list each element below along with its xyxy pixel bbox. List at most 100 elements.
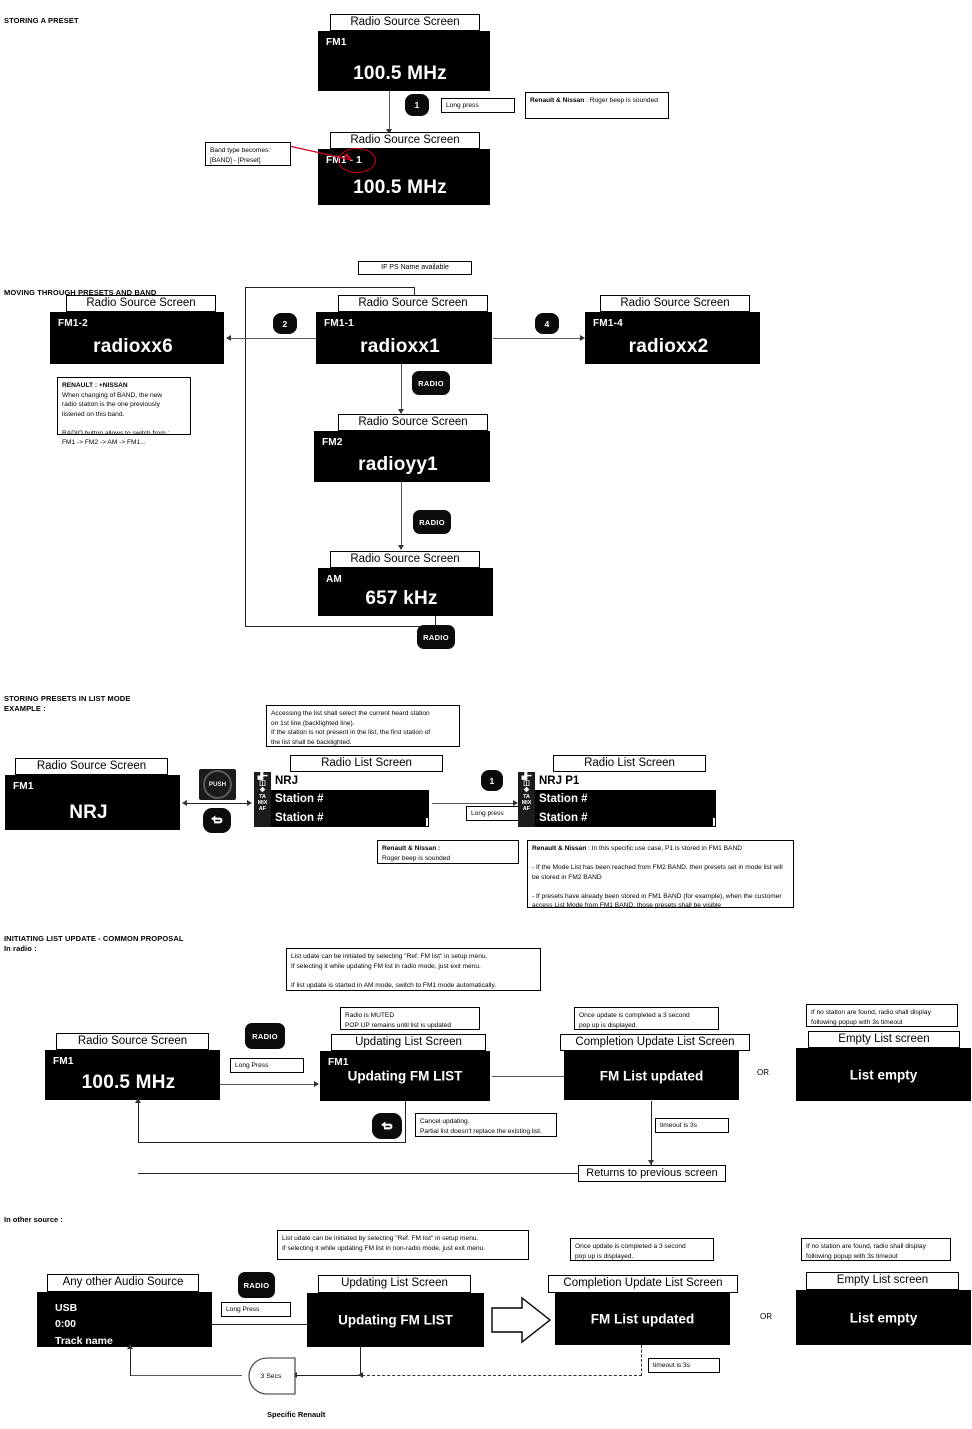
connector-line [405, 1101, 406, 1143]
delay-3-secs-label: 3 Secs [260, 1372, 282, 1380]
arrow-head [226, 335, 231, 341]
label-or-radio: OR [757, 1068, 769, 1077]
track-name: Track name [55, 1334, 113, 1347]
caption-radio-source-right: Radio Source Screen [600, 295, 750, 312]
note-renault-nissan-beep: Renault & Nissan : Roger beep is sounded [525, 92, 669, 119]
radio-list-screen-right: ▟━ ◫ ❖ TA MIX AF NRJ P1 Station # Statio… [518, 772, 716, 827]
status-icon-strip: ▟━ ◫ ❖ TA MIX AF [254, 772, 271, 827]
bluetooth-icon: ❖ [259, 787, 266, 794]
radio-display-fm1-4: FM1-4 radioxx2 [585, 312, 760, 364]
display-status-text: Updating FM LIST [338, 1312, 453, 1328]
section-title-storing-list-mode: STORING PRESETS IN LIST MODE EXAMPLE : [4, 694, 131, 714]
radio-display-fm2: FM2 radioyy1 [314, 431, 490, 482]
caption-radio-source-nrj: Radio Source Screen [15, 758, 168, 775]
battery-icon: ◫ [523, 780, 530, 787]
arrow-head [398, 545, 404, 550]
connector-line [245, 626, 436, 627]
section-title-other-source: In other source : [4, 1215, 63, 1224]
updating-list-display-other: Updating FM LIST [307, 1293, 484, 1347]
connector-line [130, 1347, 131, 1376]
bluetooth-icon: ❖ [523, 787, 530, 794]
af-indicator: AF [258, 806, 267, 813]
af-indicator: AF [522, 806, 531, 813]
caption-radio-list-right: Radio List Screen [553, 755, 706, 772]
track-time: 0:00 [55, 1318, 77, 1331]
list-item[interactable]: Station # [271, 808, 429, 827]
display-band-label: FM1-1 [324, 318, 354, 329]
display-band-label: AM [326, 574, 342, 585]
note-3s-popup-radio: Once update is completed a 3 second pop … [574, 1007, 719, 1030]
preset-key-4[interactable]: 4 [535, 313, 559, 334]
big-transition-arrow [491, 1296, 552, 1344]
radio-key-2[interactable]: RADIO [413, 510, 451, 534]
caption-radio-source-fm2: Radio Source Screen [338, 414, 488, 431]
label-long-press-4: Long Press [221, 1302, 291, 1317]
caption-radio-source-am: Radio Source Screen [330, 551, 480, 568]
radio-key-update[interactable]: RADIO [245, 1023, 285, 1049]
caption-completion-update-other: Completion Update List Screen [548, 1275, 738, 1293]
arrow-head [247, 800, 252, 806]
connector-line [389, 91, 390, 132]
caption-radio-list-left: Radio List Screen [290, 755, 443, 772]
list-item[interactable]: NRJ P1 [535, 772, 716, 791]
connector-line [296, 1375, 361, 1376]
connector-line [187, 803, 250, 804]
back-button-1[interactable] [203, 808, 231, 833]
display-band-label: FM2 [322, 437, 343, 448]
caption-updating-list: Updating List Screen [331, 1034, 486, 1051]
connector-line [138, 1101, 139, 1143]
section-title-storing-preset: STORING A PRESET [4, 16, 79, 25]
preset-key-1[interactable]: 1 [405, 94, 429, 116]
display-band-label: FM1-2 [58, 318, 88, 329]
note-no-station-radio: If no station are found, radio shall dis… [806, 1004, 958, 1027]
note-radio-muted: Radio is MUTED POP UP remains until list… [340, 1007, 480, 1030]
connector-line [401, 482, 402, 548]
display-status-text: List empty [849, 1310, 918, 1325]
radio-display-fm1-update-src: FM1 100.5 MHz [45, 1050, 220, 1100]
radio-display-fm1-2: FM1-2 radioxx6 [50, 312, 224, 364]
other-source-display: USB 0:00 Track name [37, 1292, 212, 1347]
caption-radio-source-left: Radio Source Screen [66, 295, 216, 312]
note-3s-popup-other: Once update is completed a 3 second pop … [570, 1238, 714, 1261]
label-timeout-3s-radio: timeout is 3s [655, 1118, 729, 1133]
list-item[interactable]: NRJ [271, 772, 429, 791]
list-rows: NRJ P1 Station # Station # [535, 772, 716, 827]
label-timeout-3s-other: timeout is 3s [648, 1358, 720, 1373]
note-list-update-setup: List udate can be initiated by selecting… [286, 948, 541, 991]
status-icon-strip: ▟━ ◫ ❖ TA MIX AF [518, 772, 535, 827]
completion-update-display-other: FM List updated [555, 1293, 730, 1345]
push-knob-button[interactable]: PUSH [199, 769, 236, 800]
display-station-name: radioyy1 [358, 454, 438, 475]
note-bold: Renault & Nissan [530, 97, 585, 104]
display-band-label: FM1 [328, 1057, 349, 1068]
note-rest: Roger beep is sounded [382, 854, 451, 862]
display-band-label: FM1-4 [593, 318, 623, 329]
note-band-type: Band type becomes: [BAND] - [Preset] [205, 142, 291, 166]
display-station-name: radioxx1 [360, 336, 440, 357]
source-label: USB [55, 1302, 78, 1314]
radio-key-other[interactable]: RADIO [238, 1272, 275, 1298]
preset-key-1-list[interactable]: 1 [481, 770, 503, 791]
list-item[interactable]: Station # [535, 790, 716, 809]
arrow-head [135, 1098, 141, 1103]
scrollbar[interactable] [426, 773, 428, 826]
completion-update-display: FM List updated [564, 1051, 739, 1100]
back-button-2[interactable] [372, 1113, 402, 1139]
radio-key-3[interactable]: RADIO [417, 625, 455, 649]
caption-completion-update: Completion Update List Screen [560, 1034, 750, 1051]
preset-key-2[interactable]: 2 [273, 313, 297, 334]
display-frequency: 100.5 MHz [81, 1072, 176, 1093]
list-item[interactable]: Station # [535, 808, 716, 827]
radio-key-1[interactable]: RADIO [412, 371, 450, 395]
note-cancel-updating: Cancel updating. Partial list doesn't re… [415, 1113, 557, 1137]
list-item[interactable]: Station # [271, 790, 429, 809]
display-band-label: FM1 [53, 1056, 74, 1067]
connector-dashed [362, 1375, 642, 1376]
battery-icon: ◫ [259, 780, 266, 787]
display-status-text: Updating FM LIST [347, 1068, 463, 1084]
connector-line [138, 1142, 406, 1143]
display-band-label: FM1 [326, 37, 347, 48]
scrollbar[interactable] [713, 773, 715, 826]
note-bold: Renault & Nissan [532, 845, 587, 852]
connector-line [493, 338, 583, 339]
